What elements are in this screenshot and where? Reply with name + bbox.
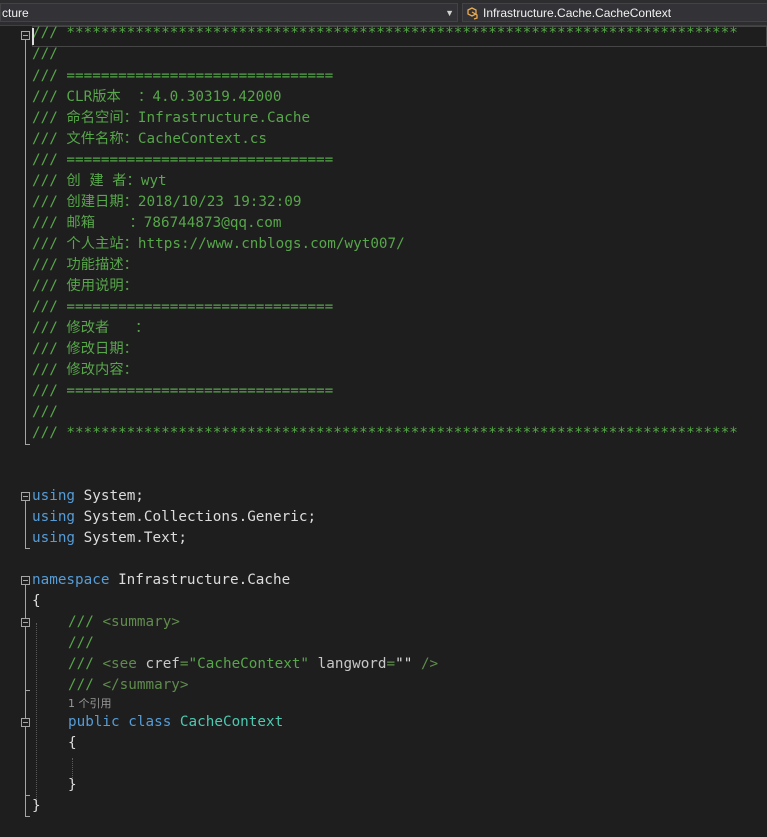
doc-tag: <see — [102, 656, 137, 672]
code-line-5: /// 命名空间：Infrastructure.Cache — [32, 110, 311, 126]
outline-guide-end — [25, 548, 30, 549]
outline-guide — [25, 501, 26, 548]
outline-guide — [25, 627, 26, 690]
code-line-using-collections: using System.Collections.Generic; — [32, 507, 316, 528]
type-dropdown[interactable]: Infrastructure.Cache.CacheContext — [462, 3, 767, 22]
keyword-public: public — [68, 714, 120, 730]
namespace-open-brace: { — [32, 593, 41, 609]
keyword-using: using — [32, 509, 76, 525]
code-line-namespace: namespace Infrastructure.Cache — [32, 570, 290, 591]
class-open-brace: { — [68, 735, 77, 751]
code-line-6: /// 文件名称：CacheContext.cs — [32, 131, 268, 147]
class-icon — [467, 7, 478, 20]
code-line-18: /// =============================== — [32, 383, 334, 399]
code-line-17: /// 修改内容： — [32, 362, 138, 378]
using-target: System.Text; — [75, 530, 187, 546]
class-close-brace: } — [68, 777, 77, 793]
project-dropdown-label: cture — [2, 6, 29, 20]
doc-tag: <summary> — [102, 614, 180, 630]
collapse-region-header-icon[interactable] — [21, 31, 30, 40]
doc-attr: langword — [309, 656, 387, 672]
code-line-7: /// =============================== — [32, 152, 334, 168]
collapse-usings-icon[interactable] — [21, 492, 30, 501]
using-target: System; — [75, 488, 144, 504]
code-line-20: /// ************************************… — [32, 425, 738, 441]
code-line-15: /// 修改者 ： — [32, 320, 150, 336]
outline-guide-end — [25, 816, 30, 817]
outline-guide — [25, 727, 26, 795]
code-line-9: /// 创建日期：2018/10/23 19:32:09 — [32, 194, 302, 210]
code-line-4: /// CLR版本 ：4.0.30319.42000 — [32, 89, 282, 105]
keyword-namespace: namespace — [32, 572, 110, 588]
doc-prefix: /// — [68, 677, 103, 693]
code-line-10: /// 邮箱 ：786744873@qq.com — [32, 215, 282, 231]
doc-attr-value: "" — [395, 656, 413, 672]
collapse-class-icon[interactable] — [21, 718, 30, 727]
code-line-12: /// 功能描述： — [32, 257, 138, 273]
doc-see: /// <see cref="CacheContext" langword=""… — [32, 654, 438, 675]
code-line-19: /// — [32, 404, 58, 420]
outline-guide-end — [25, 795, 30, 796]
code-line-11: /// 个人主站：https://www.cnblogs.com/wyt007/ — [32, 236, 405, 252]
namespace-close-brace: } — [32, 798, 41, 814]
code-line-class-declaration: public class CacheContext — [32, 712, 283, 733]
code-line-2: /// — [32, 46, 58, 62]
using-target: System.Collections.Generic; — [75, 509, 317, 525]
class-name: CacheContext — [171, 714, 284, 730]
outline-guide-end — [25, 690, 30, 691]
code-line-13: /// 使用说明： — [32, 278, 138, 294]
doc-attr-value: "CacheContext" — [188, 656, 310, 672]
code-editor[interactable]: /// ************************************… — [0, 25, 767, 837]
code-line-16: /// 修改日期： — [32, 341, 138, 357]
code-line-using-system: using System; — [32, 486, 144, 507]
code-line-14: /// =============================== — [32, 299, 334, 315]
project-dropdown[interactable]: cture ▼ — [0, 3, 458, 22]
text-caret — [32, 28, 34, 45]
doc-summary-open: /// <summary> — [32, 612, 180, 633]
doc-blank: /// — [68, 635, 94, 651]
doc-prefix: /// — [68, 656, 103, 672]
code-line-3: /// =============================== — [32, 68, 334, 84]
doc-eq: = — [179, 656, 189, 672]
namespace-name: Infrastructure.Cache — [109, 572, 291, 588]
doc-attr: cref — [136, 656, 180, 672]
dropdown-arrow-icon[interactable]: ▼ — [445, 5, 454, 21]
code-line-using-text: using System.Text; — [32, 528, 187, 549]
doc-prefix: /// — [68, 614, 103, 630]
outline-guide — [25, 40, 26, 444]
type-dropdown-label: Infrastructure.Cache.CacheContext — [483, 6, 672, 20]
codelens-references[interactable]: 1 个引用 — [68, 697, 112, 711]
doc-eq: = — [386, 656, 396, 672]
code-line-1: /// ************************************… — [32, 25, 738, 41]
doc-tag: </summary> — [102, 677, 189, 693]
outline-guide-end — [25, 444, 30, 445]
doc-tag: /> — [412, 656, 439, 672]
keyword-using: using — [32, 488, 76, 504]
code-line-8: /// 创 建 者：wyt — [32, 173, 167, 189]
collapse-namespace-icon[interactable] — [21, 576, 30, 585]
keyword-class: class — [119, 714, 172, 730]
doc-summary-close: /// </summary> — [32, 675, 189, 696]
keyword-using: using — [32, 530, 76, 546]
collapse-summary-icon[interactable] — [21, 618, 30, 627]
